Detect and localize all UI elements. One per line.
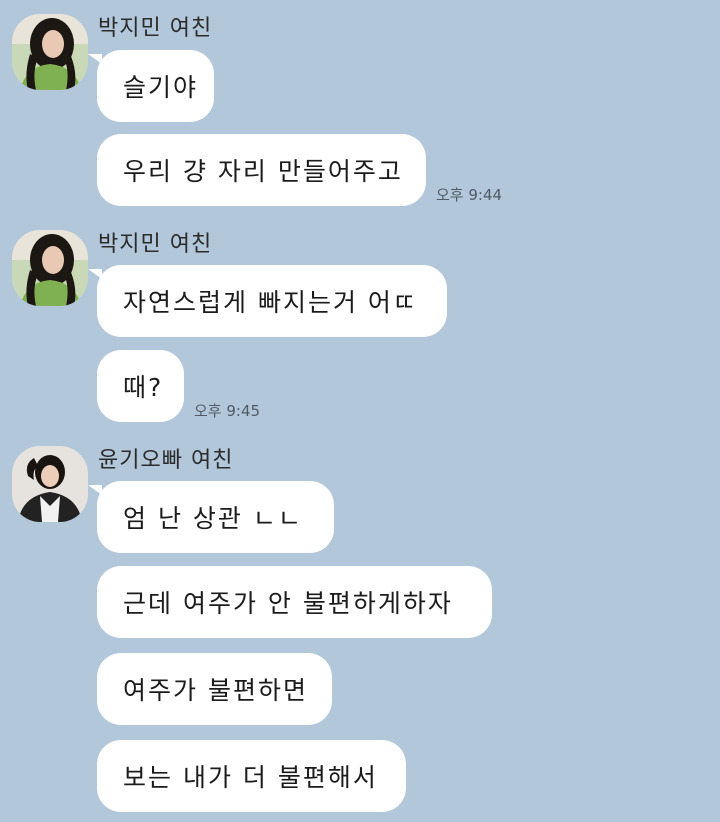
- message-bubble[interactable]: 자연스럽게 빠지는거 어ㄸ: [88, 265, 447, 337]
- message-timestamp: 오후 9:45: [194, 402, 261, 420]
- sender-name: 박지민 여친: [98, 232, 213, 257]
- sender-avatar-icon[interactable]: [12, 230, 88, 306]
- message-bubble[interactable]: 보는 내가 더 불편해서: [97, 740, 406, 812]
- message-bubble[interactable]: 우리 걍 자리 만들어주고: [97, 134, 426, 206]
- message-bubble[interactable]: 여주가 불편하면: [97, 653, 332, 725]
- message-timestamp: 오후 9:44: [436, 186, 503, 204]
- message-bubble[interactable]: 슬기야: [88, 50, 214, 122]
- message-bubble[interactable]: 때?: [97, 350, 184, 422]
- sender-avatar-icon[interactable]: [12, 14, 88, 90]
- message-bubble[interactable]: 근데 여주가 안 불편하게하자: [97, 566, 492, 638]
- message-bubble[interactable]: 엄 난 상관 ㄴㄴ: [88, 481, 334, 553]
- sender-name: 윤기오빠 여친: [98, 448, 234, 473]
- sender-avatar-icon[interactable]: [12, 446, 88, 522]
- sender-name: 박지민 여친: [98, 16, 213, 41]
